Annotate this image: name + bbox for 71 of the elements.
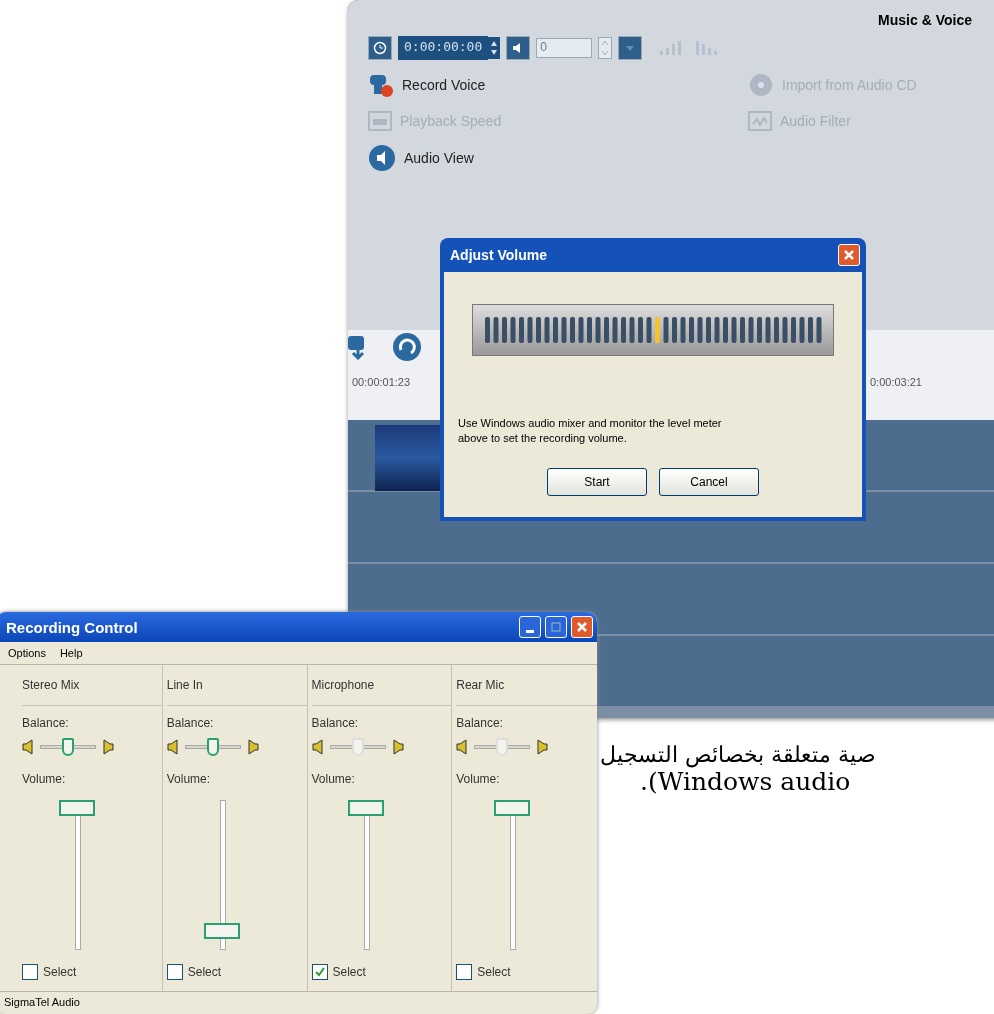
spinner-icon[interactable] bbox=[488, 37, 501, 59]
speaker-icon bbox=[22, 739, 34, 755]
slider-thumb[interactable] bbox=[203, 923, 240, 940]
status-bar: SigmaTel Audio bbox=[0, 991, 597, 1014]
channel-name: Microphone bbox=[311, 678, 375, 692]
slider-thumb[interactable] bbox=[58, 800, 95, 816]
volume-slider[interactable] bbox=[203, 800, 240, 950]
slider-thumb[interactable] bbox=[493, 800, 530, 816]
minimize-button[interactable] bbox=[519, 616, 541, 638]
speaker-icon bbox=[368, 144, 396, 172]
view-button[interactable]: Audio View bbox=[368, 144, 748, 172]
balance-label: Balance: bbox=[311, 716, 360, 730]
slider-thumb[interactable] bbox=[62, 738, 74, 756]
speaker-icon[interactable] bbox=[506, 36, 531, 60]
volume-slider[interactable] bbox=[493, 800, 530, 950]
panel-title: Music & Voice bbox=[878, 12, 972, 28]
menu-item[interactable]: Help bbox=[59, 647, 83, 659]
close-icon bbox=[576, 621, 588, 633]
close-button[interactable] bbox=[838, 244, 860, 266]
close-icon bbox=[843, 249, 855, 261]
speaker-icon bbox=[536, 739, 549, 755]
menu-item[interactable]: Options bbox=[8, 647, 46, 659]
instruction-text: Use Windows audio mixer and monitor the level meter above to set the recording volume. bbox=[458, 416, 723, 446]
channel-name: Rear Mic bbox=[456, 678, 505, 692]
speaker-icon bbox=[102, 739, 114, 755]
select-checkbox[interactable]: Select bbox=[22, 964, 162, 980]
timecode-label: 00:00:01:23 bbox=[352, 376, 411, 388]
speaker-icon bbox=[246, 739, 259, 755]
volume-label: Volume: bbox=[166, 772, 212, 786]
volume-slider[interactable] bbox=[348, 800, 385, 950]
timecode-label: 0:00:03:21 bbox=[870, 376, 922, 388]
volume-label: Volume: bbox=[22, 772, 67, 786]
volume-slider[interactable] bbox=[58, 800, 95, 950]
disc-icon bbox=[748, 72, 774, 98]
dialog-button[interactable]: Start bbox=[547, 467, 647, 496]
speaker-icon bbox=[456, 739, 469, 755]
channel-name: Line In bbox=[166, 678, 203, 692]
balance-label: Balance: bbox=[166, 716, 215, 730]
clock-icon[interactable] bbox=[368, 36, 392, 60]
body-text: صية متعلقة بخصائص التسجيل bbox=[600, 742, 876, 767]
channel-name: Stereo Mix bbox=[22, 678, 80, 692]
balance-label: Balance: bbox=[22, 716, 70, 730]
select-checkbox[interactable]: Select bbox=[456, 964, 597, 980]
speaker-icon bbox=[166, 739, 179, 755]
waveform-icon bbox=[748, 110, 772, 132]
rotate-icon[interactable] bbox=[392, 332, 422, 362]
volume-label: Volume: bbox=[456, 772, 501, 786]
balance-slider[interactable] bbox=[474, 738, 531, 756]
slider-thumb[interactable] bbox=[348, 800, 385, 816]
time-field[interactable]: 0:00:00:00 bbox=[398, 36, 489, 60]
balance-slider[interactable] bbox=[184, 738, 241, 756]
minimize-icon bbox=[526, 629, 534, 633]
volume-label: Volume: bbox=[311, 772, 356, 786]
close-button[interactable] bbox=[571, 616, 593, 638]
maximize-icon bbox=[551, 622, 561, 632]
dialog-button[interactable]: Cancel bbox=[659, 467, 759, 496]
slider-thumb[interactable] bbox=[206, 738, 219, 756]
select-checkbox[interactable]: Select bbox=[166, 964, 307, 980]
body-text: .(Windows audio bbox=[640, 767, 851, 796]
film-icon bbox=[368, 110, 392, 132]
balance-slider[interactable] bbox=[329, 738, 386, 756]
dialog-title: Adjust Volume bbox=[450, 247, 547, 263]
window-title: Recording Control bbox=[6, 618, 138, 636]
balance-slider[interactable] bbox=[40, 738, 96, 756]
select-checkbox[interactable]: Select bbox=[311, 964, 452, 980]
speaker-icon bbox=[391, 739, 404, 755]
maximize-button[interactable] bbox=[545, 616, 567, 638]
checkmark-icon bbox=[314, 967, 325, 977]
record-button[interactable]: Record Voice bbox=[368, 72, 748, 98]
speaker-icon bbox=[311, 739, 324, 755]
balance-label: Balance: bbox=[456, 716, 504, 730]
